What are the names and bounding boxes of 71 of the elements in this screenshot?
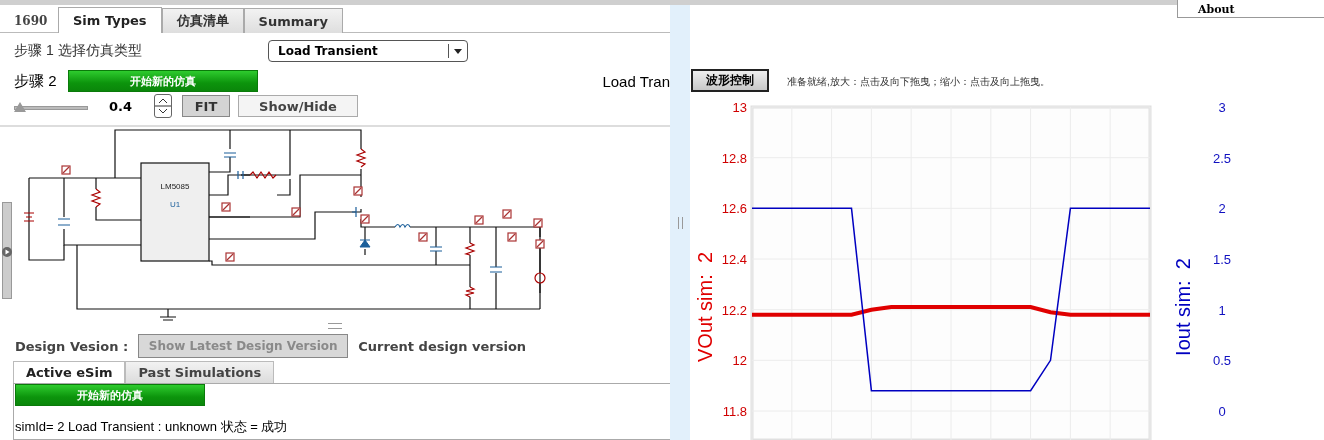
tab[interactable]: Active eSim	[13, 361, 126, 383]
simulation-status: simId= 2 Load Transient : unknown 状态 = 成功	[15, 418, 289, 436]
step-label: 步骤 2	[14, 71, 58, 91]
probe-icon[interactable]	[502, 209, 512, 219]
chip-name: LM5085	[160, 182, 190, 191]
tab[interactable]: Past Simulations	[125, 361, 275, 383]
axis-title: Iout sim: 2	[1172, 258, 1194, 356]
project-id: 1690	[14, 14, 49, 28]
resistor-icon	[90, 188, 102, 208]
probe-icon[interactable]	[61, 165, 71, 175]
current-source-icon	[534, 272, 546, 284]
probe-icon[interactable]	[353, 186, 363, 196]
probe-icon[interactable]	[225, 252, 235, 262]
axis-tick-label: 1	[1218, 302, 1226, 318]
tab[interactable]: Summary	[243, 8, 343, 33]
resistor-icon	[355, 148, 367, 168]
capacitor-icon	[57, 218, 71, 226]
resistor-icon	[464, 242, 476, 256]
capacitor-icon	[489, 266, 503, 273]
show-hide-button[interactable]: Show/Hide	[238, 95, 358, 117]
fit-button[interactable]: FIT	[182, 95, 230, 117]
spinner-icon[interactable]	[154, 94, 172, 118]
side-panel-handle[interactable]	[2, 202, 12, 299]
chart-hint: 准备就绪,放大：点击及向下拖曳；缩小：点击及向上拖曳。	[787, 75, 1050, 89]
axis-tick-label: 11.8	[722, 404, 747, 419]
chip-reference: U1	[169, 200, 181, 209]
probe-icon[interactable]	[291, 207, 301, 217]
step-label: 步骤 1 选择仿真类型	[14, 42, 143, 60]
axis-tick-label: 0	[1218, 404, 1226, 419]
splitter-grip[interactable]	[328, 323, 342, 329]
probe-icon[interactable]	[533, 218, 543, 228]
axis-tick-label: 2.5	[1212, 150, 1232, 166]
battery-icon	[23, 212, 35, 222]
design-version-label: Design Vesion :	[15, 338, 129, 354]
capacitor-icon	[223, 152, 237, 158]
axis-tick-label: 1.5	[1212, 252, 1232, 267]
caret-icon	[454, 48, 462, 54]
probe-icon[interactable]	[474, 215, 484, 225]
sim-type-dropdown[interactable]: Load Transient	[268, 40, 468, 62]
diode-icon	[359, 239, 371, 248]
axis-tick-label: 0.5	[1212, 353, 1232, 369]
probe-icon[interactable]	[535, 239, 545, 249]
zoom-value: 0.4	[107, 98, 132, 114]
axis-tick-label: 2	[1218, 201, 1226, 217]
tab[interactable]: 仿真清单	[161, 8, 244, 33]
axis-tick-label: 12.8	[721, 150, 747, 166]
waveform-control-button[interactable]: 波形控制	[691, 69, 769, 92]
axis-tick-label: 12.6	[721, 201, 747, 217]
axis-tick-label: 13	[732, 100, 747, 115]
probe-icon[interactable]	[418, 232, 428, 242]
axis-tick-label: 3	[1218, 100, 1226, 115]
axis-title: VOut sim: 2	[694, 252, 716, 362]
capacitor-icon	[237, 170, 244, 180]
axis-tick-label: 12.2	[721, 302, 747, 318]
probe-icon[interactable]	[507, 232, 517, 242]
inductor-icon	[394, 223, 411, 228]
about-link[interactable]: About	[1177, 0, 1324, 18]
tab[interactable]: Sim Types	[58, 7, 162, 33]
start-simulation-button[interactable]: 开始新的仿真	[15, 384, 205, 406]
simulation-title: Load Tran	[602, 72, 670, 90]
axis-tick-label: 12.4	[721, 252, 747, 267]
axis-tick-label: 12	[732, 353, 747, 369]
capacitor-icon	[429, 246, 443, 252]
resistor-icon	[464, 286, 476, 298]
current-version-label: Current design version	[358, 338, 527, 354]
ground-icon	[159, 316, 177, 321]
play-icon[interactable]	[2, 247, 12, 257]
start-simulation-button[interactable]: 开始新的仿真	[68, 70, 258, 92]
probe-icon[interactable]	[360, 214, 370, 224]
resistor-icon	[249, 170, 277, 180]
probe-icon[interactable]	[221, 202, 231, 212]
